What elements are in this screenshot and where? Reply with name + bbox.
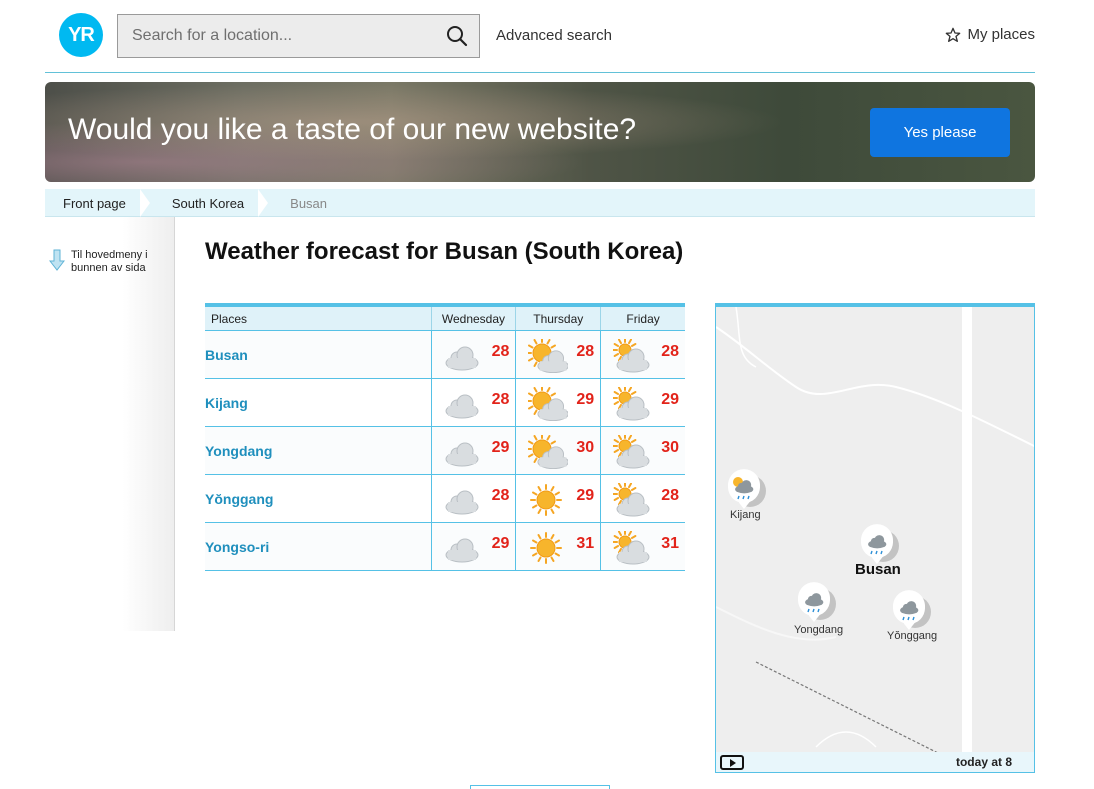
table-body: Busan 28 28 28 Kijang 28 29 29 Yongdang 29 (205, 331, 685, 571)
jump-to-menu-label: Til hovedmeny i bunnen av sida (71, 249, 148, 274)
temperature: 28 (491, 391, 510, 408)
place-cell: Kijang (205, 379, 431, 426)
table-row: Busan 28 28 28 (205, 331, 685, 379)
header-places: Places (211, 312, 248, 326)
banner-headline: Would you like a taste of our new websit… (68, 113, 637, 146)
forecast-cell-thursday[interactable]: 29 (515, 379, 600, 426)
place-cell: Yŏnggang (205, 475, 431, 522)
header-wednesday: Wednesday (430, 307, 516, 330)
advanced-search-link[interactable]: Advanced search (496, 27, 612, 44)
my-places-link[interactable]: My places (945, 26, 1035, 43)
temperature: 29 (491, 535, 510, 552)
table-header: Places Wednesday Thursday Friday (205, 307, 685, 331)
place-link[interactable]: Yongdang (205, 443, 272, 459)
temperature: 30 (576, 439, 595, 456)
temperature: 29 (491, 439, 510, 456)
forecast-cell-wednesday[interactable]: 28 (430, 475, 516, 522)
weather-map[interactable]: Kijang Busan Yongdang Yŏnggang today at … (715, 303, 1035, 773)
forecast-cell-thursday[interactable]: 29 (515, 475, 600, 522)
table-row: Yongso-ri 29 31 31 (205, 523, 685, 571)
side-menu: Til hovedmeny i bunnen av sida (45, 217, 175, 631)
forecast-cell-thursday[interactable]: 31 (515, 523, 600, 570)
forecast-cell-wednesday[interactable]: 29 (430, 523, 516, 570)
search-box (117, 14, 480, 58)
temperature: 28 (576, 343, 595, 360)
header-thursday: Thursday (515, 307, 600, 330)
search-input[interactable] (118, 15, 438, 57)
forecast-cell-thursday[interactable]: 28 (515, 331, 600, 378)
arrow-down-icon (49, 249, 65, 271)
table-row: Yŏnggang 28 29 28 (205, 475, 685, 523)
yes-please-button[interactable]: Yes please (870, 108, 1010, 157)
temperature: 31 (576, 535, 595, 552)
forecast-cell-friday[interactable]: 31 (600, 523, 685, 570)
forecast-cell-friday[interactable]: 29 (600, 379, 685, 426)
forecast-cell-friday[interactable]: 28 (600, 331, 685, 378)
forecast-cell-wednesday[interactable]: 28 (430, 379, 516, 426)
place-cell: Yongso-ri (205, 523, 431, 570)
temperature: 28 (491, 343, 510, 360)
temperature: 30 (661, 439, 680, 456)
play-icon[interactable] (720, 755, 744, 770)
temperature: 29 (576, 391, 595, 408)
forecast-table: Places Wednesday Thursday Friday Busan 2… (205, 303, 685, 571)
map-pin-label[interactable]: Kijang (730, 509, 761, 521)
forecast-cell-friday[interactable]: 28 (600, 475, 685, 522)
star-icon (946, 27, 961, 42)
temperature: 28 (661, 487, 680, 504)
place-link[interactable]: Kijang (205, 395, 248, 411)
forecast-cell-wednesday[interactable]: 28 (430, 331, 516, 378)
forecast-cell-friday[interactable]: 30 (600, 427, 685, 474)
forecast-cell-wednesday[interactable]: 29 (430, 427, 516, 474)
search-icon[interactable] (445, 24, 469, 48)
temperature: 31 (661, 535, 680, 552)
map-time-label: today at 8 (955, 755, 1012, 769)
temperature: 29 (576, 487, 595, 504)
temperature: 28 (661, 343, 680, 360)
yr-logo[interactable]: YR (59, 13, 103, 57)
page-title: Weather forecast for Busan (South Korea) (205, 238, 684, 265)
temperature: 28 (491, 487, 510, 504)
site-header: YR Advanced search My places (45, 0, 1035, 73)
place-link[interactable]: Yŏnggang (205, 491, 273, 507)
my-places-label: My places (967, 26, 1035, 43)
place-cell: Busan (205, 331, 431, 378)
table-row: Yongdang 29 30 30 (205, 427, 685, 475)
forecast-cell-thursday[interactable]: 30 (515, 427, 600, 474)
place-link[interactable]: Yongso-ri (205, 539, 269, 555)
bottom-tab[interactable] (470, 785, 610, 789)
map-pin-label[interactable]: Yŏnggang (887, 630, 937, 642)
jump-to-menu-link[interactable]: Til hovedmeny i bunnen av sida (49, 249, 148, 275)
breadcrumb: Front page South Korea Busan (45, 188, 1035, 217)
header-friday: Friday (600, 307, 685, 330)
map-pin-label[interactable]: Busan (855, 561, 901, 578)
map-footer: today at 8 (716, 752, 1034, 772)
table-row: Kijang 28 29 29 (205, 379, 685, 427)
breadcrumb-busan: Busan (290, 195, 328, 211)
map-pin-label[interactable]: Yongdang (794, 624, 843, 636)
place-link[interactable]: Busan (205, 347, 248, 363)
promo-banner: Would you like a taste of our new websit… (45, 82, 1035, 182)
temperature: 29 (661, 391, 680, 408)
place-cell: Yongdang (205, 427, 431, 474)
breadcrumb-front-page[interactable]: Front page (45, 188, 154, 217)
breadcrumb-south-korea[interactable]: South Korea (154, 188, 272, 217)
